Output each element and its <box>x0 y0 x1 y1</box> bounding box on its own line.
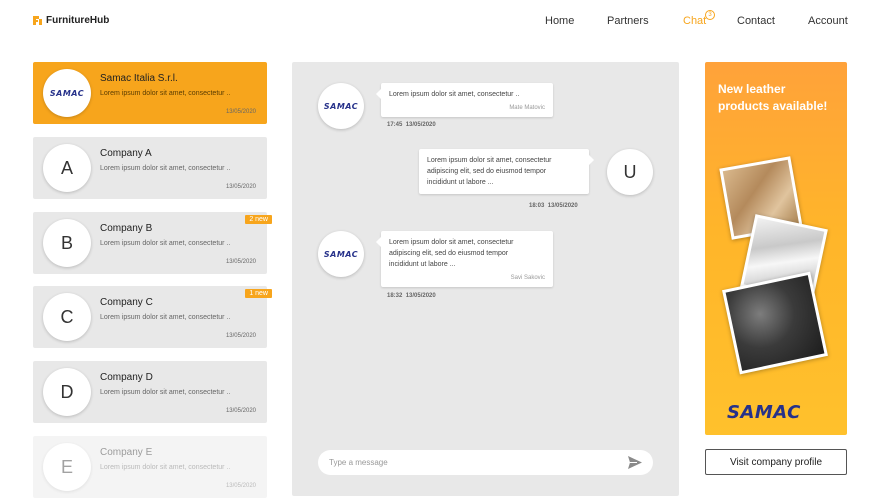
avatar: C <box>43 293 91 341</box>
avatar: E <box>43 443 91 491</box>
conversation-item[interactable]: B Company B Lorem ipsum dolor sit amet, … <box>33 212 272 274</box>
conversation-date: 13/05/2020 <box>225 333 256 339</box>
visit-company-profile-button[interactable]: Visit company profile <box>705 449 847 475</box>
conversation-preview: Lorem ipsum dolor sit amet, consectetur … <box>100 90 231 97</box>
new-messages-badge: 2 new <box>245 215 272 224</box>
message-author: Savi Sakovic <box>510 275 545 281</box>
conversation-preview: Lorem ipsum dolor sit amet, consectetur … <box>100 240 231 247</box>
chat-panel: SAMAC Lorem ipsum dolor sit amet, consec… <box>292 62 679 496</box>
avatar: B <box>43 219 91 267</box>
conversation-item[interactable]: E Company E Lorem ipsum dolor sit amet, … <box>33 436 267 498</box>
message-author: Mate Matovic <box>509 105 545 111</box>
sender-avatar: SAMAC <box>318 83 364 129</box>
conversation-date: 13/05/2020 <box>225 259 256 265</box>
conversation-item[interactable]: A Company A Lorem ipsum dolor sit amet, … <box>33 137 267 199</box>
avatar: SAMAC <box>43 69 91 117</box>
user-avatar: U <box>607 149 653 195</box>
samac-logo: SAMAC <box>323 249 359 259</box>
nav-account[interactable]: Account <box>808 15 848 27</box>
message-timestamp: 18:03 13/05/2020 <box>529 203 578 209</box>
conversation-name: Samac Italia S.r.l. <box>100 73 178 84</box>
message-timestamp: 18:32 13/05/2020 <box>387 293 436 299</box>
message-timestamp: 17:45 13/05/2020 <box>387 122 436 128</box>
conversation-name: Company C <box>100 297 153 308</box>
message-text: Lorem ipsum dolor sit amet, consectetur … <box>427 157 552 186</box>
main-nav: Home Partners Chat 3 Contact Account <box>0 10 880 29</box>
sender-avatar: SAMAC <box>318 231 364 277</box>
nav-chat[interactable]: Chat <box>683 15 706 27</box>
conversation-item[interactable]: D Company D Lorem ipsum dolor sit amet, … <box>33 361 267 423</box>
message-bubble: Lorem ipsum dolor sit amet, consectetur … <box>419 149 594 194</box>
conversation-name: Company B <box>100 223 153 234</box>
message-bubble: Lorem ipsum dolor sit amet, consectetur … <box>376 231 553 287</box>
conversation-name: Company D <box>100 372 153 383</box>
new-messages-badge: 1 new <box>245 289 272 298</box>
promo-headline: New leather products available! <box>718 82 828 113</box>
message-input[interactable] <box>329 456 609 469</box>
send-arrow-icon[interactable] <box>628 456 642 469</box>
conversation-name: Company E <box>100 447 153 458</box>
nav-home[interactable]: Home <box>545 15 574 27</box>
conversation-name: Company A <box>100 148 152 159</box>
samac-logo: SAMAC <box>323 101 359 111</box>
conversation-preview: Lorem ipsum dolor sit amet, consectetur … <box>100 314 231 321</box>
conversation-date: 13/05/2020 <box>225 483 256 489</box>
conversation-preview: Lorem ipsum dolor sit amet, consectetur … <box>100 464 231 471</box>
avatar: A <box>43 144 91 192</box>
samac-logo: SAMAC <box>727 402 801 423</box>
conversation-item[interactable]: SAMAC Samac Italia S.r.l. Lorem ipsum do… <box>33 62 267 124</box>
leather-photo <box>722 271 828 375</box>
message-composer <box>318 450 653 475</box>
message-text: Lorem ipsum dolor sit amet, consectetur … <box>389 239 514 268</box>
message-text: Lorem ipsum dolor sit amet, consectetur … <box>389 91 520 98</box>
conversation-preview: Lorem ipsum dolor sit amet, consectetur … <box>100 389 231 396</box>
avatar: D <box>43 368 91 416</box>
header: FurnitureHub Home Partners Chat 3 Contac… <box>0 0 880 44</box>
conversation-date: 13/05/2020 <box>225 109 256 115</box>
promo-banner[interactable]: New leather products available! SAMAC <box>705 62 847 435</box>
message-bubble: Lorem ipsum dolor sit amet, consectetur … <box>376 83 553 117</box>
conversation-date: 13/05/2020 <box>225 184 256 190</box>
samac-logo: SAMAC <box>49 88 85 98</box>
nav-partners[interactable]: Partners <box>607 15 649 27</box>
conversation-preview: Lorem ipsum dolor sit amet, consectetur … <box>100 165 231 172</box>
chat-notification-badge: 3 <box>705 10 715 20</box>
conversation-date: 13/05/2020 <box>225 408 256 414</box>
nav-contact[interactable]: Contact <box>737 15 775 27</box>
conversation-item[interactable]: C Company C Lorem ipsum dolor sit amet, … <box>33 286 272 348</box>
